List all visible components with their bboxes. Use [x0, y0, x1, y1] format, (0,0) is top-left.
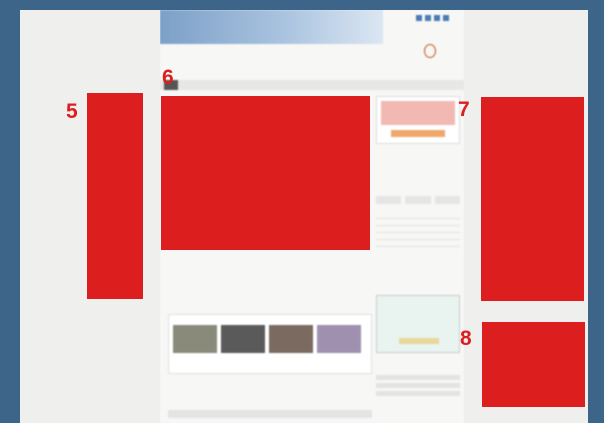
related-videos	[168, 314, 372, 374]
header-ad	[160, 10, 383, 44]
newsletter-box	[376, 372, 460, 396]
annotation-number-8: 8	[460, 327, 472, 350]
annotation-box-6	[161, 96, 370, 250]
annotation-box-7	[481, 97, 584, 301]
sidebar-list	[376, 216, 460, 251]
side-ad	[376, 295, 460, 353]
annotation-box-5	[87, 93, 143, 299]
latest-news-bar	[168, 410, 372, 418]
right-banner-ad	[376, 96, 460, 144]
quest-logo	[410, 42, 450, 72]
sidebar-tabs	[376, 196, 460, 204]
social-icons	[416, 15, 449, 21]
annotation-box-8	[482, 322, 585, 407]
annotation-number-7: 7	[458, 98, 470, 121]
annotation-number-5: 5	[66, 100, 78, 123]
site-nav	[160, 80, 464, 90]
annotation-number-6: 6	[162, 66, 174, 89]
